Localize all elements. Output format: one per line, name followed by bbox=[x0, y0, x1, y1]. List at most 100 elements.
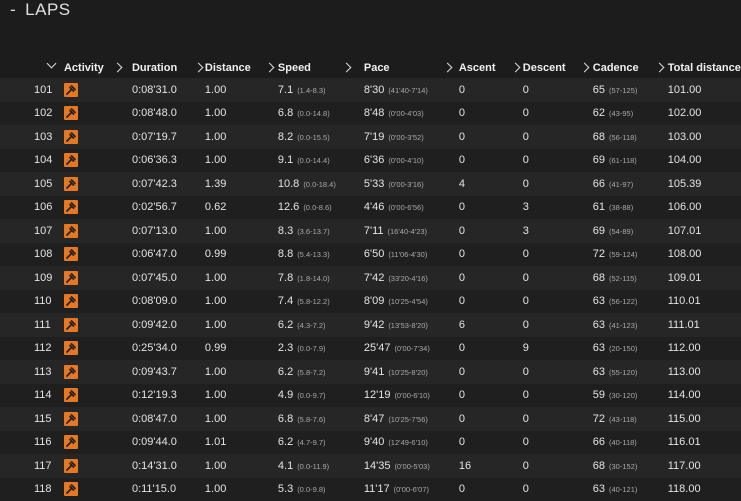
column-header-distance[interactable]: Distance bbox=[205, 58, 278, 78]
ascent-cell: 6 bbox=[459, 313, 523, 337]
table-row[interactable]: 1140:12'19.31.004.9(0.0-9.7)12'19(0'00-6… bbox=[0, 384, 741, 408]
cadence-range: (54-89) bbox=[609, 227, 633, 236]
run-icon[interactable] bbox=[64, 482, 78, 496]
table-row[interactable]: 1170:14'31.01.004.1(0.0-11.9)14'35(0'00-… bbox=[0, 454, 741, 478]
chevron-right-icon[interactable] bbox=[194, 63, 204, 73]
run-icon[interactable] bbox=[64, 412, 78, 426]
column-header-descent[interactable]: Descent bbox=[523, 58, 593, 78]
cadence-range: (61-118) bbox=[609, 156, 637, 165]
column-header-total-distance[interactable]: Total distance bbox=[668, 58, 741, 78]
chevron-down-icon[interactable] bbox=[47, 59, 57, 69]
table-row[interactable]: 1060:02'56.70.6212.6(0.0-8.6)4'46(0'00-6… bbox=[0, 196, 741, 220]
speed-range: (0.0-15.5) bbox=[297, 133, 330, 142]
column-header-speed[interactable]: Speed bbox=[278, 58, 364, 78]
duration-cell: 0:02'56.7 bbox=[132, 196, 205, 220]
run-icon[interactable] bbox=[64, 318, 78, 332]
total-distance-cell: 115.00 bbox=[668, 407, 741, 431]
total-distance-cell: 106.00 bbox=[668, 196, 741, 220]
cadence-value: 72 bbox=[593, 248, 605, 260]
speed-value: 7.4 bbox=[278, 295, 293, 307]
run-icon[interactable] bbox=[64, 177, 78, 191]
table-row[interactable]: 1050:07'42.31.3910.8(0.0-18.4)5'33(0'00-… bbox=[0, 172, 741, 196]
ascent-cell: 0 bbox=[459, 337, 523, 361]
cadence-cell: 69(54-89) bbox=[593, 219, 668, 243]
speed-range: (0.0-8.6) bbox=[303, 203, 331, 212]
chevron-right-icon[interactable] bbox=[579, 63, 589, 73]
chevron-right-icon[interactable] bbox=[654, 63, 664, 73]
table-row[interactable]: 1130:09'43.71.006.2(5.8-7.2)9'41(10'25-8… bbox=[0, 360, 741, 384]
table-row[interactable]: 1090:07'45.01.007.8(1.8-14.0)7'42(33'20-… bbox=[0, 266, 741, 290]
column-header-activity[interactable]: Activity bbox=[64, 58, 132, 78]
run-icon[interactable] bbox=[64, 106, 78, 120]
table-row[interactable]: 1020:08'48.01.006.8(0.0-14.8)8'48(0'00-4… bbox=[0, 102, 741, 126]
table-row[interactable]: 1010:08'31.01.007.1(1.4-8.3)8'30(41'40-7… bbox=[0, 78, 741, 102]
speed-value: 6.2 bbox=[278, 366, 293, 378]
run-icon[interactable] bbox=[64, 341, 78, 355]
total-distance-cell: 117.00 bbox=[668, 454, 741, 478]
descent-cell: 0 bbox=[523, 172, 593, 196]
table-row[interactable]: 1070:07'13.01.008.3(3.6-13.7)7'11(16'40-… bbox=[0, 219, 741, 243]
ascent-cell: 0 bbox=[459, 384, 523, 408]
cadence-cell: 69(61-118) bbox=[593, 149, 668, 173]
run-icon[interactable] bbox=[64, 365, 78, 379]
cadence-cell: 68(52-115) bbox=[593, 266, 668, 290]
pace-range: (10'25-7'56) bbox=[388, 415, 428, 424]
speed-range: (0.0-14.4) bbox=[297, 156, 330, 165]
chevron-right-icon[interactable] bbox=[510, 63, 520, 73]
duration-cell: 0:08'47.0 bbox=[132, 407, 205, 431]
table-row[interactable]: 1110:09'42.01.006.2(4.3-7.2)9'42(13'53-8… bbox=[0, 313, 741, 337]
run-icon[interactable] bbox=[64, 224, 78, 238]
run-icon[interactable] bbox=[64, 83, 78, 97]
chevron-right-icon[interactable] bbox=[113, 63, 123, 73]
collapse-toggle[interactable]: - bbox=[10, 0, 16, 20]
speed-range: (0.0-9.7) bbox=[297, 391, 325, 400]
pace-value: 25'47 bbox=[364, 342, 391, 354]
chevron-right-icon[interactable] bbox=[264, 63, 274, 73]
laps-section-header[interactable]: - LAPS bbox=[10, 0, 71, 20]
cadence-range: (30-120) bbox=[609, 391, 637, 400]
table-row[interactable]: 1120:25'34.00.992.3(0.0-7.9)25'47(0'00-7… bbox=[0, 337, 741, 361]
speed-range: (5.8-7.2) bbox=[297, 368, 325, 377]
run-icon[interactable] bbox=[64, 459, 78, 473]
table-row[interactable]: 1080:06'47.00.998.8(5.4-13.3)6'50(11'06-… bbox=[0, 243, 741, 267]
pace-value: 9'40 bbox=[364, 436, 384, 448]
ascent-cell: 0 bbox=[459, 431, 523, 455]
distance-cell: 1.00 bbox=[205, 454, 278, 478]
run-icon[interactable] bbox=[64, 435, 78, 449]
pace-cell: 6'36(0'00-4'10) bbox=[364, 149, 459, 173]
distance-cell: 1.00 bbox=[205, 266, 278, 290]
column-header-ascent[interactable]: Ascent bbox=[459, 58, 523, 78]
run-icon[interactable] bbox=[64, 200, 78, 214]
column-header-cadence[interactable]: Cadence bbox=[593, 58, 668, 78]
run-icon[interactable] bbox=[64, 130, 78, 144]
speed-value: 4.9 bbox=[278, 389, 293, 401]
table-row[interactable]: 1040:06'36.31.009.1(0.0-14.4)6'36(0'00-4… bbox=[0, 149, 741, 173]
table-row[interactable]: 1180:11'15.01.005.3(0.0-9.8)11'17(0'00-6… bbox=[0, 478, 741, 501]
table-header-row: Activity Duration Distance Speed Pace As… bbox=[0, 58, 741, 78]
total-distance-cell: 105.39 bbox=[668, 172, 741, 196]
run-icon[interactable] bbox=[64, 247, 78, 261]
column-header-duration[interactable]: Duration bbox=[132, 58, 205, 78]
descent-cell: 0 bbox=[523, 454, 593, 478]
chevron-right-icon[interactable] bbox=[442, 63, 452, 73]
run-icon[interactable] bbox=[64, 153, 78, 167]
pace-range: (0'00-5'03) bbox=[394, 462, 429, 471]
chevron-right-icon[interactable] bbox=[341, 63, 351, 73]
lap-column-header[interactable] bbox=[0, 58, 64, 78]
table-row[interactable]: 1150:08'47.01.006.8(5.8-7.6)8'47(10'25-7… bbox=[0, 407, 741, 431]
cadence-value: 68 bbox=[593, 272, 605, 284]
column-header-pace[interactable]: Pace bbox=[364, 58, 459, 78]
table-row[interactable]: 1160:09'44.01.016.2(4.7-9.7)9'40(12'49-6… bbox=[0, 431, 741, 455]
speed-cell: 9.1(0.0-14.4) bbox=[278, 149, 364, 173]
run-icon[interactable] bbox=[64, 271, 78, 285]
table-row[interactable]: 1100:08'09.01.007.4(5.8-12.2)8'09(10'25-… bbox=[0, 290, 741, 314]
laps-table-body: 1010:08'31.01.007.1(1.4-8.3)8'30(41'40-7… bbox=[0, 78, 741, 501]
cadence-value: 63 bbox=[593, 366, 605, 378]
table-row[interactable]: 1030:07'19.71.008.2(0.0-15.5)7'19(0'00-3… bbox=[0, 125, 741, 149]
pace-cell: 7'42(33'20-4'16) bbox=[364, 266, 459, 290]
descent-cell: 0 bbox=[523, 384, 593, 408]
distance-cell: 1.00 bbox=[205, 102, 278, 126]
run-icon[interactable] bbox=[64, 294, 78, 308]
distance-cell: 1.01 bbox=[205, 431, 278, 455]
run-icon[interactable] bbox=[64, 388, 78, 402]
